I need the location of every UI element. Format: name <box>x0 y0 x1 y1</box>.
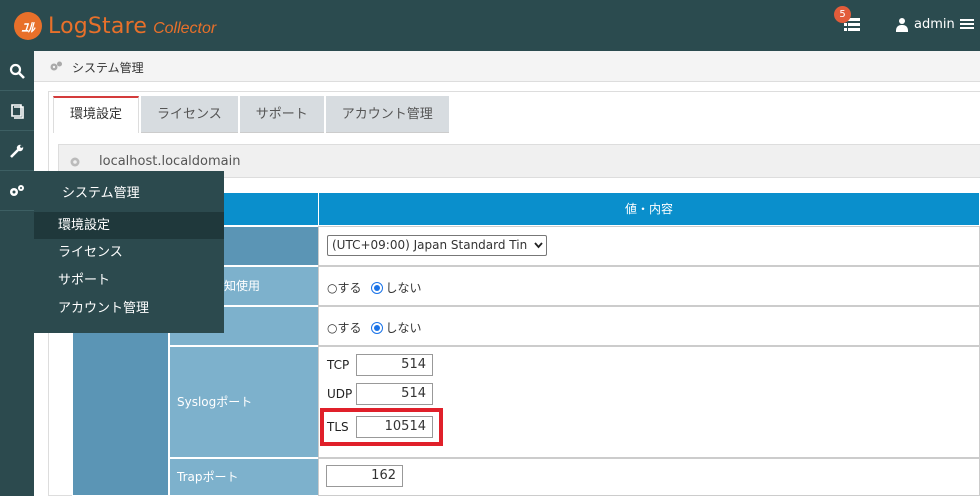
notify-radio-no[interactable]: しない <box>371 279 422 296</box>
row-label-syslog: Syslogポート <box>169 346 319 458</box>
gears-icon <box>50 61 62 71</box>
rail-book[interactable] <box>0 91 34 131</box>
search-icon <box>9 63 25 79</box>
user-name: admin <box>914 17 955 32</box>
tab-bar: 環境設定 ライセンス サポート アカウント管理 <box>53 96 451 133</box>
udp-label: UDP <box>327 387 353 401</box>
app-name: LogStare <box>48 13 148 39</box>
app-logo[interactable]: ﾕﾙ LogStare Collector <box>14 12 216 40</box>
row-label-trap: Trapポート <box>169 458 319 496</box>
flyout-item-support[interactable]: サポート <box>34 267 224 294</box>
timezone-value: (UTC+09:00) Japan Standard Tin <box>332 238 528 252</box>
tab-license[interactable]: ライセンス <box>141 96 238 133</box>
user-icon <box>896 17 908 32</box>
top-header: ﾕﾙ LogStare Collector 5 admin <box>0 0 980 51</box>
menu-icon <box>959 19 974 30</box>
notify-radio-yes[interactable]: ○する <box>327 279 361 296</box>
trap-port-input[interactable]: 162 <box>326 465 403 487</box>
udp-port-input[interactable]: 514 <box>356 383 433 405</box>
rail-tools[interactable] <box>0 131 34 171</box>
breadcrumb-title: システム管理 <box>72 61 144 75</box>
tab-account[interactable]: アカウント管理 <box>325 96 449 133</box>
logo-mark: ﾕﾙ <box>14 12 42 40</box>
flyout-item-license[interactable]: ライセンス <box>34 239 224 266</box>
book-icon <box>11 103 24 119</box>
radio-selected-icon <box>371 281 384 294</box>
flyout-item-account[interactable]: アカウント管理 <box>34 295 224 322</box>
radio-selected-icon <box>371 321 384 334</box>
app-subtitle: Collector <box>153 20 217 37</box>
timezone-select[interactable]: (UTC+09:00) Japan Standard Tin <box>327 235 547 256</box>
wrench-icon <box>10 144 24 158</box>
table-header-value: 値・内容 <box>318 192 980 226</box>
row3-radio-group: ○する しない <box>327 319 432 336</box>
host-name: localhost.localdomain <box>99 154 241 169</box>
tab-environment[interactable]: 環境設定 <box>53 96 140 133</box>
row3-radio-no[interactable]: しない <box>371 319 422 336</box>
row3-radio-yes[interactable]: ○する <box>327 319 361 336</box>
notifications-button[interactable]: 5 <box>834 6 864 38</box>
tcp-port-input[interactable]: 514 <box>356 354 433 376</box>
notify-radio-group: ○する しない <box>327 279 432 296</box>
gears-icon <box>10 184 24 196</box>
value-trap <box>318 458 980 496</box>
highlight-box <box>320 408 443 446</box>
tab-support[interactable]: サポート <box>239 96 324 133</box>
left-rail <box>0 51 34 496</box>
rail-search[interactable] <box>0 51 34 91</box>
breadcrumb: システム管理 <box>34 51 980 82</box>
user-menu-button[interactable]: admin <box>896 17 974 32</box>
system-flyout-menu: システム管理 環境設定 ライセンス サポート アカウント管理 <box>34 171 224 333</box>
chevron-down-icon <box>534 242 543 249</box>
notification-badge: 5 <box>834 6 851 23</box>
flyout-item-environment[interactable]: 環境設定 <box>34 212 224 239</box>
flyout-title: システム管理 <box>62 186 140 201</box>
tcp-label: TCP <box>327 358 350 372</box>
gear-icon <box>70 157 80 167</box>
